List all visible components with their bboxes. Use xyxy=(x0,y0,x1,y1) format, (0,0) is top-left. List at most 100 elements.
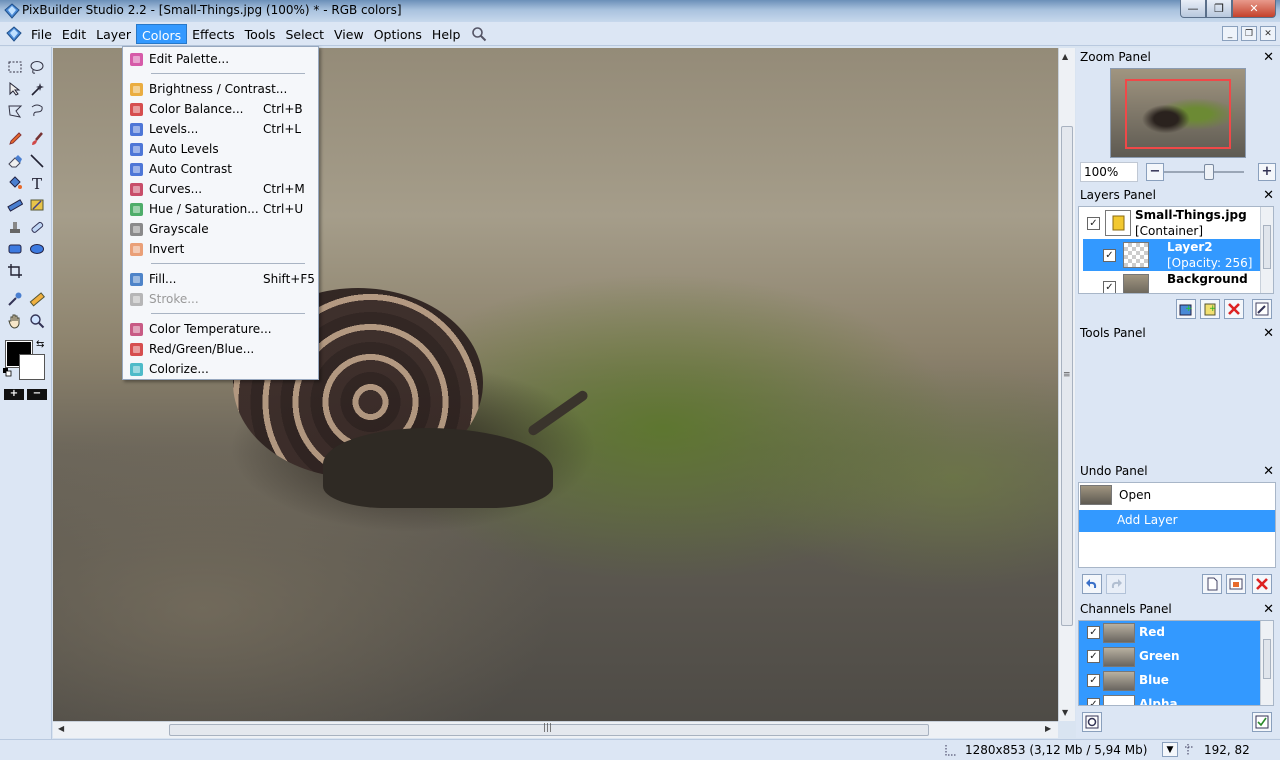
minimize-button[interactable]: — xyxy=(1180,0,1206,18)
horizontal-scrollbar[interactable]: ◀ ||| ▶ xyxy=(53,721,1058,738)
zoom-slider-thumb[interactable] xyxy=(1204,164,1214,180)
colors-menu-item[interactable]: Hue / Saturation... Ctrl+U xyxy=(125,199,316,219)
zoom-tool-icon[interactable] xyxy=(27,311,47,331)
toolbox-zoom-in-button[interactable]: + xyxy=(4,389,24,400)
layer-visibility-checkbox[interactable]: ✓ xyxy=(1103,249,1116,262)
channel-visibility-checkbox[interactable]: ✓ xyxy=(1087,698,1100,705)
channel-row-alpha[interactable]: ✓ Alpha xyxy=(1079,693,1261,705)
menu-options[interactable]: Options xyxy=(369,24,427,44)
channels-list[interactable]: ✓ Red ✓ Green ✓ Blue ✓ Alpha xyxy=(1078,620,1274,706)
maximize-button[interactable]: ❐ xyxy=(1206,0,1232,18)
zoom-navigator-thumbnail[interactable] xyxy=(1110,68,1246,158)
menu-file[interactable]: File xyxy=(26,24,57,44)
close-icon[interactable]: ✕ xyxy=(1263,464,1274,479)
new-layer-button[interactable]: + xyxy=(1200,299,1220,319)
magic-wand-icon[interactable] xyxy=(27,79,47,99)
measure-icon[interactable] xyxy=(27,289,47,309)
colors-menu-item[interactable]: Levels... Ctrl+L xyxy=(125,119,316,139)
layer-row-layer2[interactable]: ✓ Layer2 [Opacity: 256] xyxy=(1083,239,1265,271)
move-icon[interactable] xyxy=(5,79,25,99)
ruler-icon[interactable] xyxy=(5,195,25,215)
channel-row-blue[interactable]: ✓ Blue xyxy=(1079,669,1261,693)
close-icon[interactable]: ✕ xyxy=(1263,188,1274,203)
undo-history-list[interactable]: Open Add Layer xyxy=(1078,482,1276,568)
document-close-button[interactable]: ✕ xyxy=(1260,26,1276,41)
line-icon[interactable] xyxy=(27,151,47,171)
layer-row-background[interactable]: ✓ Background xyxy=(1083,271,1265,293)
gradient-icon[interactable] xyxy=(27,195,47,215)
close-button[interactable]: ✕ xyxy=(1232,0,1276,18)
zoom-out-button[interactable]: − xyxy=(1146,163,1164,181)
eraser-icon[interactable] xyxy=(5,151,25,171)
layer-properties-button[interactable] xyxy=(1252,299,1272,319)
colors-menu-item[interactable]: Red/Green/Blue... xyxy=(125,339,316,359)
colors-menu-item[interactable]: Fill... Shift+F5 xyxy=(125,269,316,289)
reset-colors-icon[interactable] xyxy=(3,368,12,377)
close-icon[interactable]: ✕ xyxy=(1263,602,1274,617)
colors-menu-item[interactable]: Edit Palette... xyxy=(125,49,316,69)
delete-layer-button[interactable] xyxy=(1224,299,1244,319)
colors-menu-item[interactable]: Color Balance... Ctrl+B xyxy=(125,99,316,119)
menu-tools[interactable]: Tools xyxy=(240,24,281,44)
hand-icon[interactable] xyxy=(5,311,25,331)
colors-menu-item[interactable]: Curves... Ctrl+M xyxy=(125,179,316,199)
colors-menu-item[interactable]: Color Temperature... xyxy=(125,319,316,339)
magnetic-lasso-icon[interactable] xyxy=(27,101,47,121)
clone-stamp-icon[interactable] xyxy=(5,217,25,237)
brush-icon[interactable] xyxy=(27,129,47,149)
layers-list[interactable]: ✓ Small-Things.jpg [Container] ✓ Layer2 … xyxy=(1078,206,1274,294)
zoom-in-button[interactable]: + xyxy=(1258,163,1276,181)
close-icon[interactable]: ✕ xyxy=(1263,326,1274,341)
close-icon[interactable]: ✕ xyxy=(1263,50,1274,65)
chevron-down-icon[interactable]: ▼ xyxy=(1162,742,1178,757)
channel-visibility-checkbox[interactable]: ✓ xyxy=(1087,674,1100,687)
vertical-scrollbar[interactable]: ▲ ≡ ▼ xyxy=(1058,48,1075,721)
undo-button[interactable] xyxy=(1082,574,1102,594)
colors-menu-item[interactable]: Grayscale xyxy=(125,219,316,239)
crop-icon[interactable] xyxy=(5,261,25,281)
new-layer-group-button[interactable]: + xyxy=(1176,299,1196,319)
polygon-select-icon[interactable] xyxy=(5,101,25,121)
scroll-right-icon[interactable]: ▶ xyxy=(1045,724,1051,733)
delete-history-button[interactable] xyxy=(1252,574,1272,594)
document-restore-button[interactable]: ❐ xyxy=(1241,26,1257,41)
menu-colors[interactable]: Colors xyxy=(136,24,188,44)
undo-item-add-layer[interactable]: Add Layer xyxy=(1079,510,1275,532)
channel-row-red[interactable]: ✓ Red xyxy=(1079,621,1261,645)
colors-menu-item[interactable]: Auto Levels xyxy=(125,139,316,159)
menu-help[interactable]: Help xyxy=(427,24,466,44)
swap-colors-icon[interactable]: ⇆ xyxy=(36,339,44,350)
paint-bucket-icon[interactable] xyxy=(5,173,25,193)
colors-menu-item[interactable]: Auto Contrast xyxy=(125,159,316,179)
layers-scrollbar[interactable] xyxy=(1260,207,1273,293)
menu-layer[interactable]: Layer xyxy=(91,24,136,44)
channel-visibility-checkbox[interactable]: ✓ xyxy=(1087,650,1100,663)
menu-select[interactable]: Select xyxy=(280,24,329,44)
new-document-button[interactable] xyxy=(1202,574,1222,594)
menu-edit[interactable]: Edit xyxy=(57,24,91,44)
eyedropper-icon[interactable] xyxy=(5,289,25,309)
pencil-icon[interactable] xyxy=(5,129,25,149)
channel-row-green[interactable]: ✓ Green xyxy=(1079,645,1261,669)
menu-view[interactable]: View xyxy=(329,24,369,44)
snapshot-button[interactable] xyxy=(1226,574,1246,594)
undo-item-open[interactable]: Open xyxy=(1079,484,1275,506)
rect-select-icon[interactable] xyxy=(5,57,25,77)
lasso-icon[interactable] xyxy=(27,57,47,77)
ellipse-shape-icon[interactable] xyxy=(27,239,47,259)
magnifier-icon[interactable] xyxy=(471,26,487,42)
zoom-view-rectangle[interactable] xyxy=(1125,79,1231,149)
scroll-left-icon[interactable]: ◀ xyxy=(58,724,64,733)
healing-icon[interactable] xyxy=(27,217,47,237)
layer-row-container[interactable]: ✓ Small-Things.jpg [Container] xyxy=(1079,207,1261,239)
text-tool-icon[interactable]: T xyxy=(27,173,47,193)
colors-menu-item[interactable]: Colorize... xyxy=(125,359,316,379)
colors-menu-item[interactable]: Brightness / Contrast... xyxy=(125,79,316,99)
redo-button[interactable] xyxy=(1106,574,1126,594)
zoom-value-field[interactable]: 100% xyxy=(1080,162,1138,182)
colors-menu-item[interactable]: Invert xyxy=(125,239,316,259)
scroll-down-icon[interactable]: ▼ xyxy=(1062,708,1068,717)
menu-effects[interactable]: Effects xyxy=(187,24,240,44)
channel-selection-button[interactable] xyxy=(1082,712,1102,732)
channel-options-button[interactable] xyxy=(1252,712,1272,732)
